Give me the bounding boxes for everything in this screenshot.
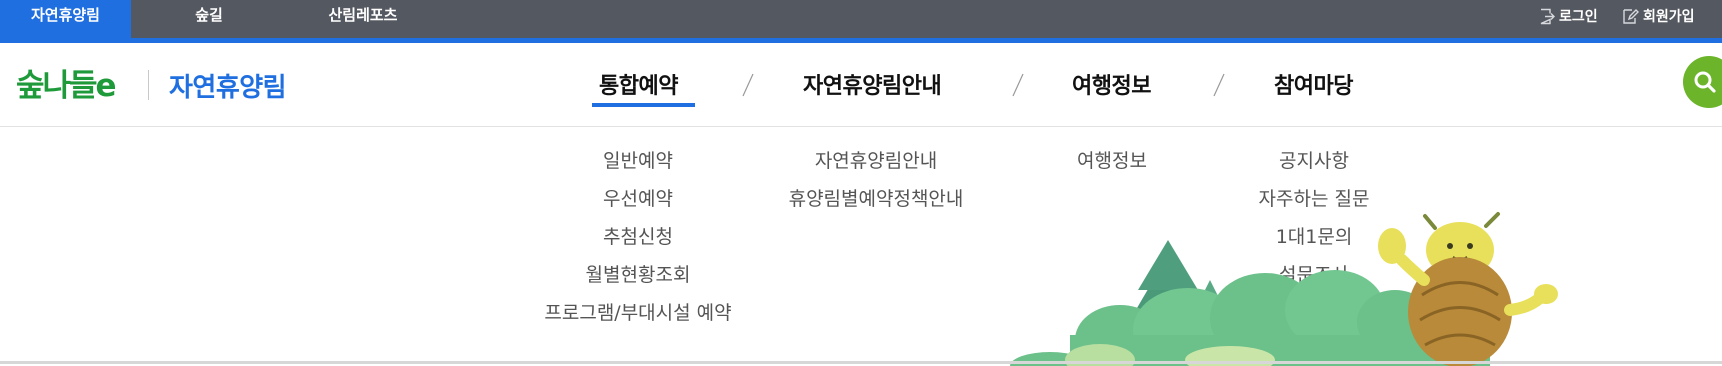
submenu-reservation-policy[interactable]: 휴양림별예약정책안내 bbox=[789, 184, 964, 211]
logo-text: 숲나들e bbox=[16, 68, 116, 104]
top-utility-bar: 자연휴양림 숲길 산림레포츠 로그인 회원가입 bbox=[0, 0, 1722, 38]
login-label: 로그인 bbox=[1559, 9, 1598, 25]
gnb-active-indicator bbox=[592, 103, 695, 107]
gnb-travel-info[interactable]: 여행정보 bbox=[1072, 68, 1151, 100]
site-logo[interactable]: 숲나들e bbox=[16, 56, 132, 108]
signup-icon bbox=[1623, 8, 1639, 24]
submenu-general-reservation[interactable]: 일반예약 bbox=[603, 146, 673, 173]
submenu-forest-guide[interactable]: 자연휴양림안내 bbox=[815, 146, 937, 173]
submenu-faq[interactable]: 자주하는 질문 bbox=[1259, 184, 1370, 211]
search-icon bbox=[1694, 71, 1716, 93]
submenu-travel-info[interactable]: 여행정보 bbox=[1077, 146, 1147, 173]
gnb-separator bbox=[1213, 73, 1225, 97]
gnb-integrated-reservation[interactable]: 통합예약 bbox=[599, 68, 678, 100]
logo-divider bbox=[148, 70, 149, 100]
top-tab-forest-leisure[interactable]: 산림레포츠 bbox=[287, 0, 439, 38]
gnb-community[interactable]: 참여마당 bbox=[1274, 68, 1353, 100]
topbar-accent-line bbox=[0, 38, 1722, 43]
signup-link[interactable]: 회원가입 bbox=[1622, 0, 1695, 32]
submenu-priority-reservation[interactable]: 우선예약 bbox=[603, 184, 673, 211]
gnb-forest-guide[interactable]: 자연휴양림안내 bbox=[803, 68, 942, 100]
login-link[interactable]: 로그인 bbox=[1538, 0, 1598, 32]
gnb-separator bbox=[1012, 73, 1024, 97]
signup-label: 회원가입 bbox=[1643, 9, 1695, 25]
submenu-monthly-status[interactable]: 월별현황조회 bbox=[586, 260, 691, 287]
submenu-lottery-application[interactable]: 추첨신청 bbox=[603, 222, 673, 249]
site-name[interactable]: 자연휴양림 bbox=[169, 67, 287, 104]
forest-mascot-illustration bbox=[1010, 212, 1558, 366]
top-tab-forest-trail[interactable]: 숲길 bbox=[131, 0, 287, 38]
submenu-program-facility-reservation[interactable]: 프로그램/부대시설 예약 bbox=[544, 298, 731, 325]
bottom-border bbox=[0, 361, 1722, 364]
header-divider bbox=[0, 126, 1722, 127]
top-tab-recreation-forest[interactable]: 자연휴양림 bbox=[0, 0, 131, 38]
search-button[interactable] bbox=[1683, 56, 1722, 108]
submenu-notice[interactable]: 공지사항 bbox=[1279, 146, 1349, 173]
gnb-separator bbox=[742, 73, 754, 97]
login-icon bbox=[1540, 8, 1555, 24]
